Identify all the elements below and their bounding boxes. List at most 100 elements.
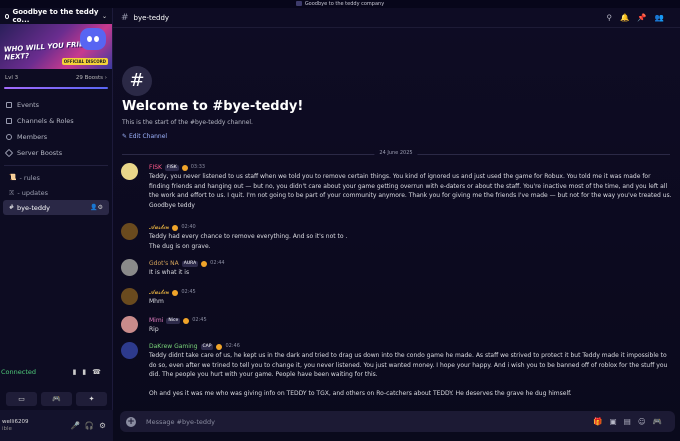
avatar[interactable] — [121, 288, 138, 305]
message-text: The dug is on grave. — [149, 242, 211, 250]
chevron-right-icon: › — [103, 75, 107, 81]
welcome-hash-icon: # — [122, 66, 152, 96]
divider — [4, 165, 108, 166]
role-tag: Nice — [166, 317, 181, 324]
hash-icon: # — [121, 12, 129, 23]
message-text: Teddy had every chance to remove everyth… — [149, 233, 348, 240]
boost-icon — [4, 148, 14, 158]
server-header[interactable]: Goodbye to the teddy co... ⌄ — [0, 8, 112, 24]
message: Gdot's NA AURA 02:44 It is what it is — [121, 259, 673, 278]
message: 𝓐𝓾𝓼𝓽𝓲𝓷 02:40 Teddy had every chance to r… — [121, 223, 673, 251]
user-controls[interactable]: 🎤🎧⚙ — [71, 421, 111, 430]
message-text: Mhm — [149, 298, 164, 305]
soundboard-button[interactable]: ✦ — [76, 392, 107, 406]
avatar[interactable] — [121, 223, 138, 240]
window-title: Goodbye to the teddy company — [304, 1, 385, 7]
edit-channel-label: Edit Channel — [128, 133, 168, 140]
date-divider: 24 June 2025 — [122, 150, 670, 156]
channel-settings-icons[interactable]: 👤⚙ — [90, 204, 103, 211]
badge-icon — [181, 164, 188, 171]
channel-bye-teddy[interactable]: # bye-teddy 👤⚙ — [3, 200, 109, 215]
username[interactable]: welli6209 — [2, 419, 28, 426]
server-level: Lvl 3 — [5, 75, 19, 81]
role-tag: AURA — [181, 260, 199, 267]
message-time: 02:46 — [225, 343, 240, 349]
date-divider-label: 24 June 2025 — [374, 150, 418, 156]
message-author[interactable]: 𝓐𝓾𝓼𝓽𝓲𝓷 — [149, 223, 169, 232]
screen-share-button[interactable]: ▭ — [6, 392, 37, 406]
avatar[interactable] — [121, 342, 138, 359]
message-text: Oh and yes it was me who was giving info… — [149, 390, 572, 397]
avatar[interactable] — [121, 163, 138, 180]
voice-controls[interactable]: ▮▮☎ — [73, 368, 107, 376]
edit-channel-link[interactable]: ✎ Edit Channel — [122, 133, 167, 140]
nav-label: Members — [17, 133, 48, 141]
activity-button[interactable]: 🎮 — [41, 392, 72, 406]
message-author[interactable]: DaKrew Gaming — [149, 342, 198, 351]
server-icon — [5, 13, 10, 19]
nav-server-boosts[interactable]: Server Boosts — [0, 145, 112, 161]
calendar-icon — [6, 102, 12, 108]
message-time: 03:33 — [190, 164, 206, 170]
server-banner: WHO WILL YOU FRIEND NEXT? OFFICIAL DISCO… — [0, 24, 112, 69]
voice-action-buttons: ▭ 🎮 ✦ — [0, 388, 113, 410]
x-icon: 🇽 — [9, 188, 15, 196]
boost-row[interactable]: Lvl 3 29 Boosts › — [0, 69, 112, 87]
discord-logo-icon — [80, 28, 106, 50]
message-author[interactable]: 𝓐𝓾𝓼𝓽𝓲𝓷 — [149, 288, 169, 297]
avatar[interactable] — [121, 316, 138, 333]
nav-events[interactable]: Events — [0, 97, 112, 113]
discord-window: Goodbye to the teddy company Goodbye to … — [0, 0, 680, 441]
channel-name: bye-teddy — [133, 13, 170, 22]
chevron-down-icon: ⌄ — [101, 12, 107, 20]
nav-members[interactable]: Members — [0, 129, 112, 145]
app-icon — [295, 1, 302, 6]
title-bar: Goodbye to the teddy company — [0, 0, 680, 8]
list-icon — [6, 118, 12, 124]
message: FISK FISK 03:33 Teddy, you never listene… — [121, 163, 673, 210]
scroll-icon: 📜 — [9, 174, 17, 181]
channel-label: - rules — [19, 173, 40, 182]
hash-icon: # — [9, 204, 15, 211]
message-time: 02:45 — [192, 317, 207, 323]
server-sidebar: Goodbye to the teddy co... ⌄ WHO WILL YO… — [0, 8, 113, 441]
message-author[interactable]: Mimi — [149, 316, 163, 325]
server-name: Goodbye to the teddy co... — [12, 8, 99, 24]
channel-rules[interactable]: 📜 - rules — [3, 170, 109, 185]
message-text: Rip — [149, 326, 159, 333]
chat-area: # bye-teddy ⚲🔔📌👥 # Welcome to #bye-teddy… — [113, 8, 680, 441]
composer-tools[interactable]: 🎁▣▤☺🎮 — [593, 417, 669, 426]
header-tools[interactable]: ⚲🔔📌👥 — [606, 13, 672, 22]
boost-count: 29 Boosts — [75, 75, 104, 81]
message-author[interactable]: FISK — [149, 163, 162, 172]
role-tag: FISK — [164, 164, 179, 171]
channel-header: # bye-teddy ⚲🔔📌👥 — [113, 8, 680, 28]
welcome-subtitle: This is the start of the #bye-teddy chan… — [122, 119, 253, 126]
add-attachment-icon[interactable]: + — [126, 416, 136, 427]
badge-icon — [172, 224, 179, 231]
banner-chip: OFFICIAL DISCORD — [61, 58, 108, 65]
nav-label: Events — [17, 101, 40, 109]
nav-channels-roles[interactable]: Channels & Roles — [0, 113, 112, 129]
message-author[interactable]: Gdot's NA — [149, 259, 179, 268]
members-icon — [6, 134, 12, 140]
nav-label: Channels & Roles — [17, 117, 74, 125]
channel-updates[interactable]: 🇽 - updates — [3, 185, 109, 200]
message-time: 02:40 — [181, 224, 196, 230]
nav-label: Server Boosts — [17, 149, 63, 157]
role-tag: CAP — [200, 343, 214, 350]
badge-icon — [172, 289, 179, 296]
user-panel: welli6209 ible 🎤🎧⚙ — [0, 410, 113, 441]
channel-label: - updates — [17, 188, 49, 197]
message-composer[interactable]: + Message #bye-teddy 🎁▣▤☺🎮 — [120, 411, 675, 432]
message: 𝓐𝓾𝓼𝓽𝓲𝓷 02:45 Mhm — [121, 288, 673, 307]
message-text: Teddy didnt take care of us, he kept us … — [149, 352, 668, 378]
message-text — [149, 380, 673, 390]
message: DaKrew Gaming CAP 02:46 Teddy didnt take… — [121, 342, 673, 399]
message: Mimi Nice 02:45 Rip — [121, 316, 673, 335]
message-time: 02:45 — [181, 289, 196, 295]
avatar[interactable] — [121, 259, 138, 276]
message-text: It is what it is — [149, 269, 190, 276]
message-input[interactable]: Message #bye-teddy — [146, 418, 215, 426]
message-text: Teddy, you never listened to us staff wh… — [149, 173, 672, 199]
